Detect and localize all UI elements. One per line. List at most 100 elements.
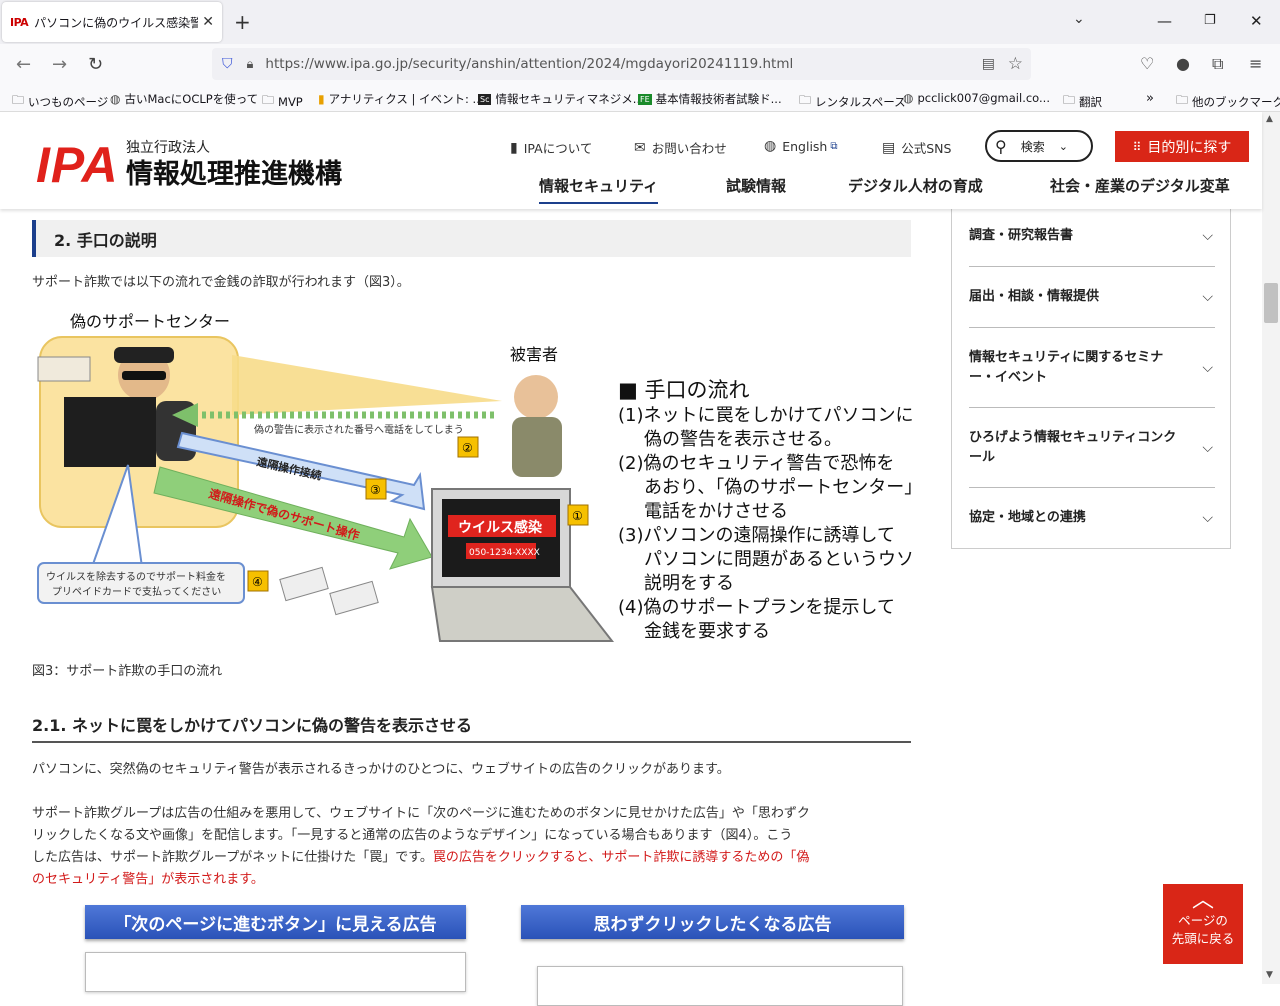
other-bookmarks[interactable]: 🗀 他のブックマーク [1176, 91, 1280, 112]
flow-step-3c: 説明をする [644, 573, 734, 594]
scroll-down-icon[interactable]: ▼ [1266, 970, 1273, 980]
page-scrollbar[interactable] [1262, 112, 1280, 984]
flow-step-1a: (1)ネットに罠をしかけてパソコンに [618, 405, 912, 426]
bookmark-item[interactable]: Sc 情報セキュリティマネジメ... [478, 91, 644, 107]
list-all-tabs-icon[interactable]: ⌄ [1073, 11, 1085, 27]
scammer-glasses [122, 371, 166, 380]
url-text[interactable]: https://www.ipa.go.jp/security/anshin/at… [265, 56, 793, 72]
bookmark-star-icon[interactable]: ☆ [1008, 54, 1023, 74]
sidenav-item-contest[interactable]: ひろげよう情報セキュリティコンクール ⌵ [969, 408, 1215, 488]
folder-icon: 🗀 [12, 93, 25, 107]
search-icon: ⚲ [995, 136, 1007, 156]
back-to-top-button[interactable]: ︿ ページの 先頭に戻る [1163, 884, 1243, 964]
sidenav-item-notifications[interactable]: 届出・相談・情報提供 ⌵ [969, 267, 1215, 328]
svg-text:①: ① [572, 509, 583, 523]
ipa-logo[interactable]: IPA [36, 136, 119, 194]
new-tab-icon[interactable]: + [234, 10, 251, 34]
scammer-monitor [64, 397, 156, 467]
reload-icon[interactable]: ↻ [88, 54, 103, 75]
victim-head [514, 375, 558, 419]
folder-icon: 🗀 [799, 93, 812, 107]
org-name[interactable]: 情報処理推進機構 [126, 152, 342, 191]
callout-beam [232, 355, 502, 415]
badge-2: ② [457, 436, 479, 458]
flow-step-2b: あおり、「偽のサポートセンター」に [644, 477, 912, 498]
globe-icon: ◍ [110, 92, 121, 106]
badge-3: ③ [365, 478, 387, 500]
gnav-exam[interactable]: 試験情報 [726, 175, 786, 196]
address-bar[interactable]: ⛉ 🔒︎ https://www.ipa.go.jp/security/ansh… [212, 48, 1031, 80]
back-icon[interactable]: ← [16, 54, 31, 75]
bookmark-label: MVP [278, 94, 303, 109]
globe-icon: ◍ [764, 138, 777, 154]
scroll-up-icon[interactable]: ▲ [1266, 114, 1273, 124]
call-text: 偽の警告に表示された番号へ電話をしてしまう [254, 423, 464, 436]
sidenav-item-partnership[interactable]: 協定・地域との連携 ⌵ [969, 488, 1215, 548]
bookmark-label: いつものページ [28, 94, 109, 109]
gnav-talent[interactable]: デジタル人材の育成 [848, 175, 983, 196]
tab-strip: IPA パソコンに偽のウイルス感染警告を表示 ✕ + ⌄ — ❐ ✕ [0, 0, 1280, 44]
minimize-icon[interactable]: — [1157, 12, 1172, 30]
about-link[interactable]: ▮ IPAについて [510, 138, 592, 157]
contact-label: お問い合わせ [651, 141, 727, 156]
reader-view-icon[interactable]: ▤ [982, 56, 995, 72]
english-link[interactable]: ◍ English ⧉ [764, 138, 838, 154]
sidenav-item-seminars[interactable]: 情報セキュリティに関するセミナー・イベント ⌵ [969, 328, 1215, 408]
bookmark-label: 翻訳 [1079, 94, 1103, 109]
menu-icon[interactable]: ≡ [1249, 54, 1262, 73]
tracking-shield-icon[interactable]: ⛉ [222, 56, 233, 72]
badge-4: ④ [247, 570, 269, 592]
restore-icon[interactable]: ❐ [1204, 13, 1216, 28]
bookmark-item[interactable]: 🗀 レンタルスペース [799, 91, 906, 112]
external-link-icon: ⧉ [830, 140, 838, 152]
gnav-security[interactable]: 情報セキュリティ [539, 175, 659, 204]
lock-icon[interactable]: 🔒︎ [247, 57, 254, 72]
more-bookmarks-chevron-icon[interactable]: » [1146, 91, 1154, 106]
bookmark-label: レンタルスペース [815, 94, 906, 109]
search-button[interactable]: ⚲ 検索 ⌄ [985, 130, 1093, 162]
pocket-icon[interactable]: ♡ [1140, 54, 1154, 73]
extensions-icon[interactable]: ⧉ [1212, 54, 1223, 74]
close-tab-icon[interactable]: ✕ [202, 14, 214, 30]
browser-tab[interactable]: IPA パソコンに偽のウイルス感染警告を表示 ✕ [2, 2, 222, 42]
laptop-keyboard [430, 586, 615, 642]
victim-label: 被害者 [510, 345, 558, 364]
intro-text: サポート詐欺では以下の流れで金銭の詐取が行われます（図3）。 [32, 275, 410, 290]
chevron-down-icon: ⌵ [1202, 439, 1213, 456]
chevron-down-icon: ⌵ [1202, 289, 1213, 305]
p2-line-3b-emphasis: 罠の広告をクリックすると、サポート詐欺に誘導するための「偽 [432, 850, 810, 865]
svg-text:②: ② [462, 441, 473, 455]
extension-info-icon[interactable]: ● [1176, 54, 1190, 73]
sidenav-label: ひろげよう情報セキュリティコンクール [969, 429, 1177, 465]
bookmark-item[interactable]: ▮ アナリティクス | イベント: ... [318, 91, 484, 107]
sidenav-item-reports[interactable]: 調査・研究報告書 ⌵ [969, 205, 1215, 267]
bookmark-item[interactable]: 🗀 MVP [262, 91, 303, 112]
folder-icon: 🗀 [262, 93, 275, 107]
bookmark-item[interactable]: 🗀 翻訳 [1063, 91, 1102, 112]
ad-example-image-right [537, 966, 903, 1006]
sns-link[interactable]: ▤ 公式SNS [882, 138, 951, 157]
bookmark-item[interactable]: 🗀 いつものページ [12, 91, 108, 112]
mail-icon: ✉ [634, 139, 646, 156]
forward-icon[interactable]: → [52, 54, 67, 75]
search-label: 検索 [1020, 139, 1045, 154]
gnav-dx[interactable]: 社会・産業のデジタル変革 [1050, 175, 1230, 196]
search-by-purpose-button[interactable]: ⠿ 目的別に探す [1115, 131, 1249, 162]
support-scam-flow-figure: 偽のサポートセンター 偽の警告に表示された番号へ電話をしてしまう 遠隔操作接続 … [32, 305, 940, 650]
about-label: IPAについて [523, 141, 593, 156]
scrollbar-thumb[interactable] [1264, 283, 1278, 323]
bookmark-item[interactable]: ◍ pcclick007@gmail.co... [903, 91, 1050, 105]
window-close-icon[interactable]: ✕ [1250, 12, 1263, 30]
url-host: https://www.ipa.go.jp [265, 56, 409, 72]
scammer-hair [114, 347, 174, 363]
section-heading: 2. 手口の説明 [32, 220, 911, 257]
contact-link[interactable]: ✉ お問い合わせ [634, 138, 727, 157]
globe-icon: ◍ [903, 91, 914, 105]
bookmark-item[interactable]: FE 基本情報技術者試験ド... [638, 91, 782, 107]
badge-1: ① [567, 504, 589, 526]
bookmark-item[interactable]: ◍ 古いMacにOCLPを使って [110, 91, 258, 107]
flow-diagram: 偽のサポートセンター 偽の警告に表示された番号へ電話をしてしまう 遠隔操作接続 … [37, 312, 940, 642]
fe-icon: FE [638, 93, 652, 105]
sns-label: 公式SNS [901, 141, 952, 156]
bookmark-label: アナリティクス | イベント: ... [328, 92, 484, 106]
